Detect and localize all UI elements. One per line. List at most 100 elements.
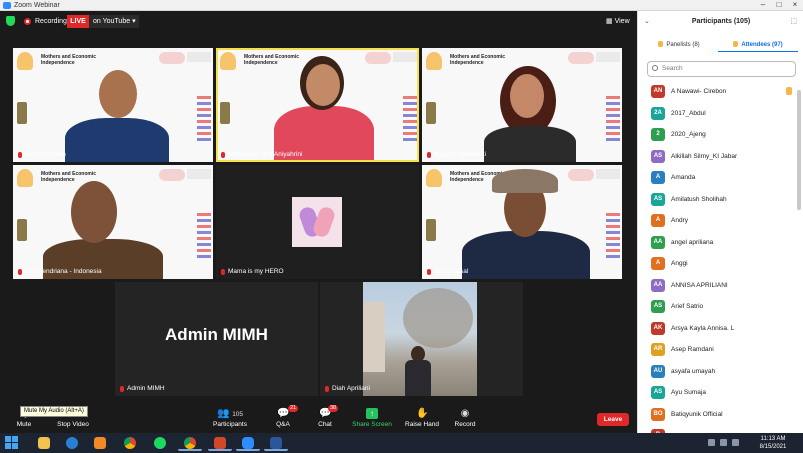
share-screen-label: Share Screen xyxy=(352,421,392,428)
participant-list-item[interactable]: AN A Nawawi- Cirebon xyxy=(638,81,798,102)
video-tile[interactable]: Mothers and Economic Independence yadi h… xyxy=(13,165,213,279)
participant-list-item[interactable]: AU asyafa umayah xyxy=(638,361,798,382)
participant-avatar: 2A xyxy=(651,106,665,120)
participant-list-item[interactable]: 2A 2017_Abdul xyxy=(638,103,798,124)
minimize-icon[interactable]: – xyxy=(755,0,771,11)
slide-logo-strip xyxy=(187,52,211,62)
slide-decoration xyxy=(159,169,185,181)
participant-name-tag: Mama is my HERO xyxy=(218,267,287,277)
security-shield-icon[interactable] xyxy=(6,16,15,26)
participant-list-item[interactable]: B xyxy=(638,425,798,433)
participant-avatar: AU xyxy=(651,364,665,378)
live-destination-dropdown[interactable]: on YouTube ▾ xyxy=(89,15,139,28)
video-tile[interactable]: Mothers and Economic Independence Bang F… xyxy=(422,165,622,279)
internet-explorer-app[interactable] xyxy=(60,435,84,451)
tab-attendees[interactable]: Attendees (97) xyxy=(718,39,798,52)
video-tile[interactable]: Mothers and Economic Independence Ibu Em… xyxy=(422,48,622,162)
powerpoint-app[interactable] xyxy=(208,435,232,451)
participant-name: Ibu Emi Widiastuti xyxy=(434,151,487,158)
muted-mic-icon xyxy=(18,269,22,275)
word-app[interactable] xyxy=(264,435,288,451)
participant-name-tag: Bang Faisal xyxy=(424,267,471,277)
live-destination-label: on YouTube xyxy=(93,18,131,25)
notification-icon[interactable] xyxy=(732,439,739,446)
spotify-icon xyxy=(154,437,166,449)
media-player-app[interactable] xyxy=(88,435,112,451)
panel-title: Participants (105) xyxy=(691,18,751,25)
slide-title: Mothers and Economic Independence xyxy=(41,54,97,66)
participant-list-item[interactable]: AK Arsya Kayla Annisa. L xyxy=(638,318,798,339)
view-button[interactable]: ▦ View xyxy=(606,16,630,27)
participant-list-item[interactable]: AA angel apriliana xyxy=(638,232,798,253)
participant-list-item[interactable]: AS Ayu Sumaja xyxy=(638,382,798,403)
maximize-icon[interactable]: □ xyxy=(771,0,787,11)
stop-video-label: Stop Video xyxy=(57,421,89,428)
mute-label: Mute xyxy=(16,421,32,428)
muted-mic-icon xyxy=(120,386,124,392)
qa-label: Q&A xyxy=(276,421,290,428)
participant-list-scrollbar[interactable] xyxy=(797,90,801,210)
participant-body xyxy=(462,231,590,279)
participant-avatar: AS xyxy=(651,300,665,313)
sponsor-logos xyxy=(606,213,620,261)
view-label: View xyxy=(614,18,630,25)
video-tile[interactable]: Admin MIMH Admin MIMH xyxy=(115,282,318,396)
pop-out-icon[interactable]: ⬚ xyxy=(790,17,797,25)
window-title: Zoom Webinar xyxy=(14,2,60,9)
tab-panelists[interactable]: Panelists (8) xyxy=(644,39,714,52)
share-screen-button[interactable]: ↑ Share Screen xyxy=(350,403,394,433)
video-tile[interactable]: Mama is my HERO xyxy=(216,165,419,279)
participant-avatar: 2 xyxy=(651,128,665,141)
hand-logo-icon xyxy=(17,52,33,70)
participant-list-item[interactable]: AR Asep Ramdani xyxy=(638,339,798,360)
participant-list-item[interactable]: AS Alkillah Silmy_KI Jabar xyxy=(638,146,798,167)
qa-button[interactable]: 💬 Q&A 21 xyxy=(268,403,299,433)
participant-name-tag: Ibu Emi Widiastuti xyxy=(424,150,489,160)
participant-list-item[interactable]: AS Arief Satrio xyxy=(638,296,798,317)
chevron-down-icon[interactable]: ⌄ xyxy=(644,17,650,25)
video-tile[interactable]: Diah Apriliani xyxy=(320,282,523,396)
windows-taskbar: 11:13 AM 8/15/2021 xyxy=(0,433,803,453)
participants-label: Participants xyxy=(213,421,247,428)
participant-list-item[interactable]: AA ANNISA APRILIANI xyxy=(638,275,798,296)
participant-list-name: 2020_Ajeng xyxy=(671,131,706,138)
record-button[interactable]: ◉ Record xyxy=(448,403,482,433)
participant-list: AN A Nawawi- Cirebon 2A 2017_Abdul 2 2020_Aje… xyxy=(638,81,798,433)
participant-list-name: Arief Satrio xyxy=(671,303,704,310)
participants-button[interactable]: 👥 105 Participants xyxy=(208,403,252,433)
participant-list-item[interactable]: A Amanda xyxy=(638,167,798,188)
participant-name: Admin MIMH xyxy=(127,385,165,392)
chrome-app-open[interactable] xyxy=(178,435,202,451)
file-explorer-app[interactable] xyxy=(32,435,56,451)
raise-hand-button[interactable]: ✋ Raise Hand xyxy=(402,403,442,433)
hat xyxy=(492,169,558,193)
zoom-app[interactable] xyxy=(236,435,260,451)
slide-decoration xyxy=(568,169,594,181)
participant-search-input[interactable]: Search xyxy=(647,61,796,77)
taskbar-clock[interactable]: 11:13 AM 8/15/2021 xyxy=(747,435,799,451)
chat-button[interactable]: 💬 Chat 38 xyxy=(310,403,340,433)
muted-mic-icon xyxy=(427,152,431,158)
close-icon[interactable]: × xyxy=(787,0,803,11)
participant-list-item[interactable]: AS Amilatush Sholihah xyxy=(638,189,798,210)
volume-icon[interactable] xyxy=(720,439,727,446)
participant-list-item[interactable]: 2 2020_Ajeng xyxy=(638,124,798,145)
mama-is-my-hero-logo xyxy=(292,197,342,247)
spotify-app[interactable] xyxy=(148,435,172,451)
participant-list-item[interactable]: A Andry xyxy=(638,210,798,231)
clock-date: 8/15/2021 xyxy=(759,444,787,450)
participant-name: Moderator: Rini Aniyahrini xyxy=(228,151,303,158)
leave-button[interactable]: Leave xyxy=(597,413,629,426)
participant-avatar: A xyxy=(651,257,665,270)
video-tile-active-speaker[interactable]: Mothers and Economic Independence Modera… xyxy=(216,48,419,162)
network-icon[interactable] xyxy=(708,439,715,446)
search-icon xyxy=(652,65,658,71)
tab-attendees-label: Attendees (97) xyxy=(741,42,783,48)
video-tile[interactable]: Mothers and Economic Independence Richar… xyxy=(13,48,213,162)
participant-list-item[interactable]: BO Batiqyunik Official xyxy=(638,404,798,425)
participant-name-tag: Diah Apriliani xyxy=(322,384,373,394)
chrome-app[interactable] xyxy=(118,435,142,451)
participant-list-item[interactable]: A Anggi xyxy=(638,253,798,274)
windows-start-button[interactable] xyxy=(5,436,19,450)
hand-logo-icon xyxy=(426,52,442,70)
